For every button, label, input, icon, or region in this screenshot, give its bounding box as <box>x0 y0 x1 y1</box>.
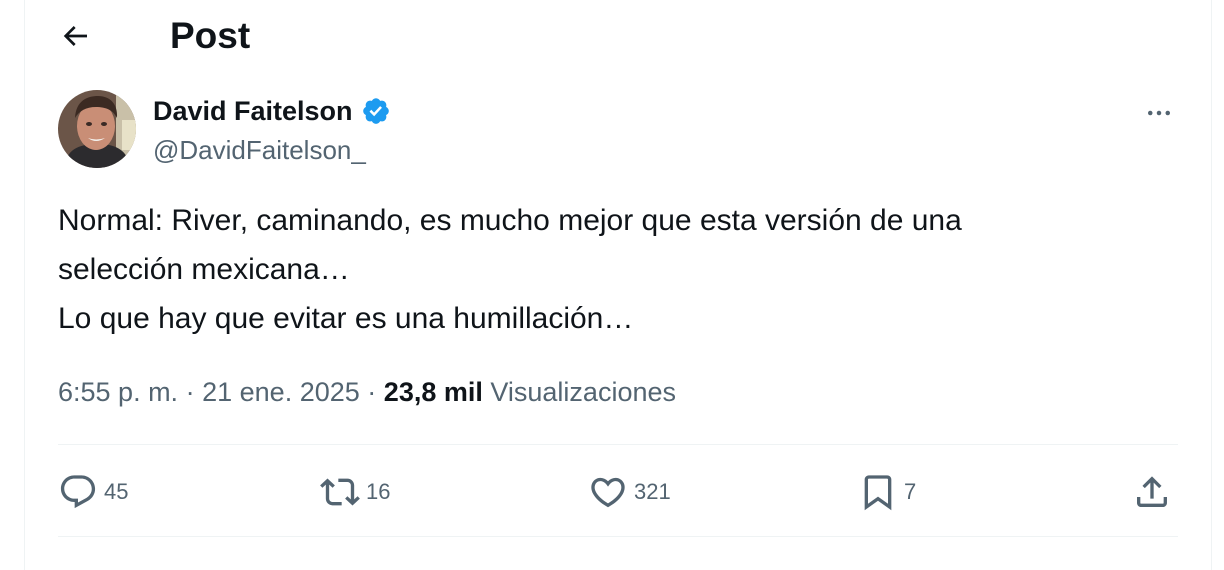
bookmark-icon <box>864 475 892 511</box>
arrow-left-icon <box>63 26 87 46</box>
repost-button[interactable]: 16 <box>320 462 390 522</box>
share-icon <box>1137 476 1167 507</box>
reply-icon <box>60 475 96 509</box>
reply-button[interactable]: 45 <box>58 462 128 522</box>
verified-badge-icon[interactable] <box>361 96 391 126</box>
author-handle[interactable]: @DavidFaitelson_ <box>153 133 366 167</box>
post-date[interactable]: 21 ene. 2025 <box>202 377 360 407</box>
divider <box>58 536 1178 537</box>
repost-count: 16 <box>366 479 391 504</box>
share-button[interactable] <box>1132 462 1172 522</box>
views-count: 23,8 mil <box>383 377 483 407</box>
post-time[interactable]: 6:55 p. m. <box>58 377 178 407</box>
post-text-line: Lo que hay que evitar es una humillación… <box>58 302 634 335</box>
author-display-name[interactable]: David Faitelson <box>153 93 353 129</box>
reply-count: 45 <box>104 479 129 504</box>
post-text-line: Normal: River, caminando, es mucho mejor… <box>58 204 962 237</box>
like-count: 321 <box>634 479 671 504</box>
more-options-button[interactable] <box>1137 95 1181 131</box>
avatar[interactable] <box>58 90 136 168</box>
more-horizontal-icon <box>1148 110 1170 116</box>
back-button[interactable] <box>55 16 95 56</box>
repost-icon <box>320 478 360 506</box>
page-header: Post <box>25 0 1211 72</box>
post-text: Normal: River, caminando, es mucho mejor… <box>58 196 1178 343</box>
meta-separator: · <box>367 377 377 407</box>
meta-separator: · <box>185 377 195 407</box>
like-button[interactable]: 321 <box>588 462 671 522</box>
divider <box>58 444 1178 445</box>
post-detail-panel: Post David Faitelson @DavidFaitelson_ No… <box>24 0 1212 570</box>
post-metadata: 6:55 p. m. · 21 ene. 2025 · 23,8 mil Vis… <box>58 372 676 412</box>
author-name-row: David Faitelson <box>153 92 391 130</box>
views-label[interactable]: Visualizaciones <box>490 377 676 407</box>
bookmark-count: 7 <box>904 479 917 504</box>
action-bar: 45 16 321 7 <box>58 462 1178 522</box>
page-title: Post <box>170 15 251 56</box>
bookmark-button[interactable]: 7 <box>858 462 916 522</box>
post-text-line: selección mexicana… <box>58 253 350 286</box>
heart-icon <box>591 477 625 508</box>
